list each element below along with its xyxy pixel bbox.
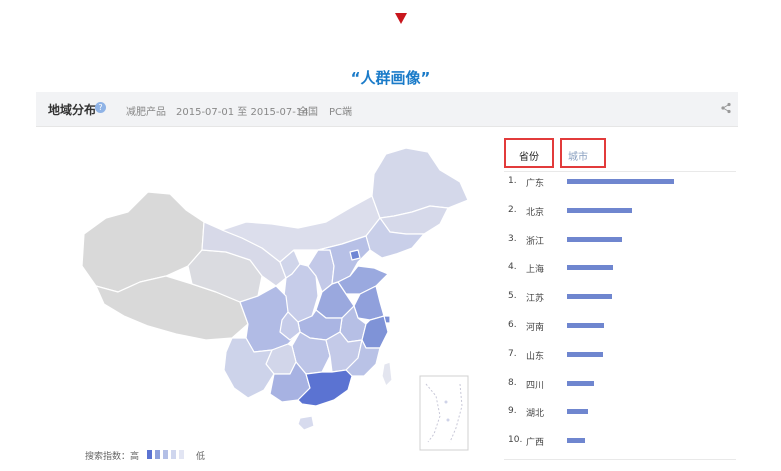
map-region-zhejiang bbox=[361, 315, 389, 349]
region-distribution-panel: 地域分布 ? 减肥产品 2015-07-01 至 2015-07-14 全国 P… bbox=[36, 92, 738, 467]
south-china-sea-inset bbox=[419, 375, 469, 451]
china-heat-map[interactable] bbox=[36, 126, 506, 467]
rank-number: 9. bbox=[508, 406, 517, 417]
page-caption: “人群画像” bbox=[350, 69, 431, 87]
ranking-row[interactable]: 6. 河南 bbox=[508, 318, 734, 334]
legend-low-label: 低 bbox=[196, 452, 206, 462]
search-index-bar bbox=[567, 294, 612, 300]
rank-number: 10. bbox=[508, 435, 523, 446]
region-filter[interactable]: 全国 bbox=[298, 103, 318, 118]
tabs-divider bbox=[504, 171, 736, 172]
province-name: 上海 bbox=[526, 265, 545, 276]
rank-number: 5. bbox=[508, 291, 517, 302]
search-index-bar bbox=[567, 380, 594, 386]
province-name: 广西 bbox=[526, 438, 545, 449]
ranking-row[interactable]: 9. 湖北 bbox=[508, 404, 734, 420]
region-tabs: 省份 城市 bbox=[504, 138, 734, 170]
rank-number: 1. bbox=[508, 176, 517, 186]
legend-swatch bbox=[147, 450, 152, 459]
ranking-row[interactable]: 7. 山东 bbox=[508, 347, 734, 363]
rank-number: 7. bbox=[508, 348, 517, 359]
map-region-hainan bbox=[297, 415, 315, 431]
down-triangle-icon bbox=[395, 13, 407, 24]
question-circle-icon[interactable]: ? bbox=[95, 102, 106, 113]
panel-header: 地域分布 ? 减肥产品 2015-07-01 至 2015-07-14 全国 P… bbox=[36, 92, 738, 127]
legend-swatch bbox=[171, 450, 176, 459]
date-range[interactable]: 2015-07-01 至 2015-07-14 bbox=[176, 103, 309, 118]
map-region-heilongjiang bbox=[371, 147, 469, 219]
ranking-row[interactable]: 3. 浙江 bbox=[508, 232, 734, 248]
rank-number: 8. bbox=[508, 377, 517, 388]
legend-swatch bbox=[155, 450, 160, 459]
ranking-row[interactable]: 10. 广西 bbox=[508, 433, 734, 449]
ranking-divider bbox=[504, 459, 736, 460]
search-index-bar bbox=[567, 409, 588, 415]
rank-number: 4. bbox=[508, 262, 517, 273]
ranking-row[interactable]: 1. 广东 bbox=[508, 174, 734, 190]
province-name: 湖北 bbox=[526, 409, 545, 420]
panel-title: 地域分布 bbox=[48, 103, 97, 117]
province-name: 四川 bbox=[526, 380, 545, 391]
search-index-bar bbox=[567, 351, 603, 357]
search-index-bar bbox=[567, 323, 604, 328]
province-name: 山东 bbox=[526, 351, 545, 362]
search-index-bar bbox=[567, 438, 585, 444]
rank-number: 2. bbox=[508, 204, 517, 215]
legend-swatch bbox=[163, 450, 168, 459]
map-region-xinjiang bbox=[81, 191, 205, 293]
province-name: 浙江 bbox=[526, 236, 545, 247]
legend-high-label: 搜索指数：高 bbox=[85, 452, 140, 462]
ranking-row[interactable]: 2. 北京 bbox=[508, 203, 734, 219]
product-filter[interactable]: 减肥产品 bbox=[126, 103, 166, 118]
rank-number: 6. bbox=[508, 320, 517, 330]
map-region-taiwan bbox=[381, 361, 393, 387]
tab-city[interactable]: 城市 bbox=[560, 138, 606, 168]
search-index-bar bbox=[567, 207, 632, 213]
rank-number: 3. bbox=[508, 233, 517, 244]
ranking-row[interactable]: 4. 上海 bbox=[508, 260, 734, 276]
device-filter[interactable]: PC端 bbox=[329, 103, 352, 118]
map-region-beijing bbox=[349, 249, 361, 261]
province-name: 河南 bbox=[526, 323, 545, 333]
share-icon[interactable] bbox=[720, 102, 732, 114]
search-index-bar bbox=[567, 179, 674, 184]
province-name: 广东 bbox=[526, 179, 545, 189]
ranking-row[interactable]: 8. 四川 bbox=[508, 376, 734, 392]
tab-province[interactable]: 省份 bbox=[504, 138, 554, 168]
province-name: 江苏 bbox=[526, 294, 545, 305]
search-index-bar bbox=[567, 265, 613, 271]
province-name: 北京 bbox=[526, 207, 545, 218]
legend-swatch bbox=[179, 450, 184, 459]
ranking-row[interactable]: 5. 江苏 bbox=[508, 289, 734, 305]
search-index-bar bbox=[567, 236, 622, 242]
